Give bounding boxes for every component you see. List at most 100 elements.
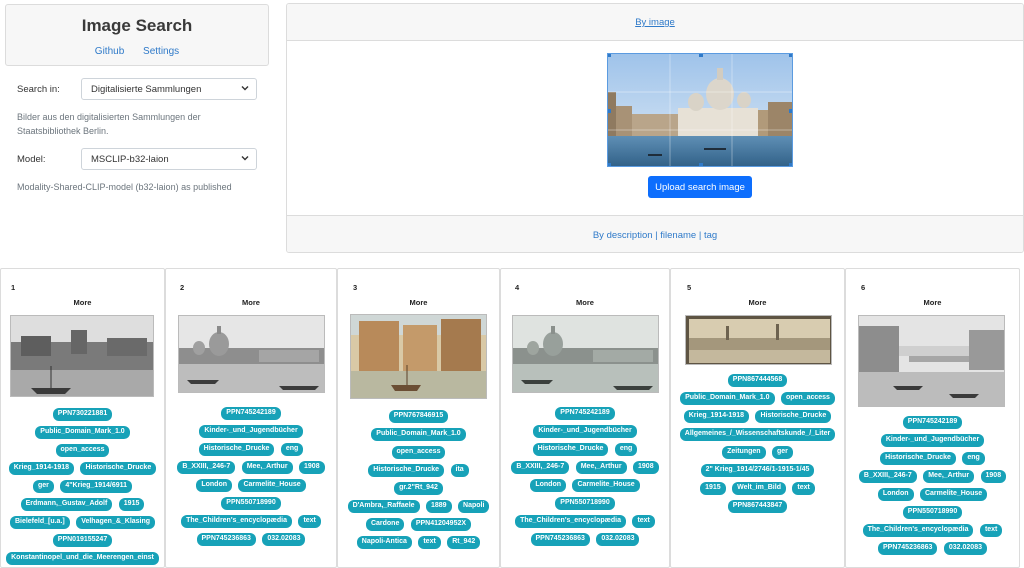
tag[interactable]: Carmelite_House [572,479,640,492]
tag[interactable]: Napoli-Antica [356,536,412,549]
tag[interactable]: PPN745236863 [196,533,256,546]
search-image-preview[interactable] [607,53,793,167]
tag[interactable]: Velhagen_&_Klasing [76,516,156,529]
tag[interactable]: Cardone [365,518,405,531]
tag[interactable]: PPN767846915 [388,410,449,423]
tag[interactable]: The_Children's_encyclopædia [515,515,626,528]
tag[interactable]: text [792,482,815,495]
tag[interactable]: PPN41204952X [410,518,472,531]
tag[interactable]: 1915 [118,498,145,511]
tag[interactable]: gr.2"Rt_942 [394,482,443,495]
tag[interactable]: Public_Domain_Mark_1.0 [35,426,130,439]
tag[interactable]: Rt_942 [447,536,481,549]
result-thumbnail[interactable] [858,315,1005,407]
tag[interactable]: PPN745236863 [878,542,938,555]
tag[interactable]: Krieg_1914-1918 [683,410,750,423]
tag[interactable]: Napoli [458,500,490,513]
tag[interactable]: The_Children's_encyclopædia [862,524,974,537]
by-image-link[interactable]: By image [635,17,675,28]
tag[interactable]: B_XXIII,_246-7 [177,461,236,474]
tag[interactable]: ger [32,480,54,493]
tag[interactable]: text [979,524,1003,537]
tag[interactable]: PPN730221881 [52,408,113,421]
tag[interactable]: Allgemeines_/_Wissenschaftskunde_/_Liter [679,428,836,441]
tag[interactable]: eng [962,452,985,465]
upload-search-image-button[interactable]: Upload search image [648,176,752,198]
more-button[interactable]: More [338,298,499,307]
tag[interactable]: 1889 [426,500,452,513]
tag[interactable]: London [877,488,914,501]
tag[interactable]: Welt_im_Bild [732,482,786,495]
tag[interactable]: Konstantinopel_und_die_Meerengen_einst [6,552,159,565]
tag[interactable]: PPN867443847 [727,500,788,513]
tag[interactable]: Mee,_Arthur [923,470,975,483]
tag[interactable]: text [298,515,321,528]
tag[interactable]: open_access [55,444,110,457]
crop-handle[interactable] [789,163,792,166]
tag[interactable]: Kinder-_und_Jugendbücher [199,425,303,438]
tag[interactable]: ita [450,464,469,477]
result-thumbnail[interactable] [350,314,487,399]
tag[interactable]: Krieg_1914-1918 [8,462,75,475]
more-button[interactable]: More [501,298,669,307]
tag[interactable]: Bielefeld_[u.a.] [9,516,70,529]
tag-link[interactable]: tag [704,230,717,241]
tag[interactable]: 032.02083 [262,533,306,546]
tag[interactable]: Zeitungen [722,446,766,459]
tag[interactable]: Historische_Drucke [80,462,157,475]
tag[interactable]: 2" Krieg_1914/2746/1-1915-1/45 [700,464,815,477]
crop-handle[interactable] [699,163,703,166]
tag[interactable]: PPN745242189 [221,407,281,420]
crop-handle[interactable] [608,109,611,113]
tag[interactable]: PPN745242189 [555,407,615,420]
tag[interactable]: PPN867444568 [727,374,788,387]
tag[interactable]: Carmelite_House [238,479,306,492]
tag[interactable]: PPN550718990 [555,497,615,510]
tag[interactable]: text [418,536,441,549]
filename-link[interactable]: filename [660,230,696,241]
tag[interactable]: open_access [391,446,446,459]
tag[interactable]: D'Ambra,_Raffaele [347,500,420,513]
result-thumbnail[interactable] [685,315,832,365]
tag[interactable]: PPN550718990 [902,506,963,519]
tag[interactable]: 1908 [299,461,325,474]
result-thumbnail[interactable] [10,315,154,397]
tag[interactable]: ger [772,446,793,459]
crop-handle[interactable] [699,54,703,57]
tag[interactable]: 1908 [633,461,659,474]
tag[interactable]: The_Children's_encyclopædia [181,515,292,528]
tag[interactable]: PPN550718990 [221,497,281,510]
tag[interactable]: Historische_Drucke [368,464,445,477]
by-description-link[interactable]: By description [593,230,653,241]
tag[interactable]: 4"Krieg_1914/6911 [60,480,133,493]
tag[interactable]: London [196,479,232,492]
tag[interactable]: 1915 [700,482,726,495]
tag[interactable]: Mee,_Arthur [241,461,293,474]
crop-handle[interactable] [608,163,611,166]
tag[interactable]: Historische_Drucke [532,443,609,456]
tag[interactable]: Public_Domain_Mark_1.0 [680,392,775,405]
tag[interactable]: 1908 [980,470,1007,483]
crop-handle[interactable] [608,54,611,57]
tag[interactable]: Carmelite_House [919,488,988,501]
nav-link-github[interactable]: Github [95,46,124,57]
tag[interactable]: Kinder-_und_Jugendbücher [533,425,637,438]
tag[interactable]: PPN019155247 [52,534,113,547]
tag[interactable]: text [632,515,655,528]
tag[interactable]: Historische_Drucke [880,452,956,465]
result-thumbnail[interactable] [178,315,325,393]
tag[interactable]: PPN745236863 [530,533,590,546]
tag[interactable]: 032.02083 [596,533,640,546]
crop-handle[interactable] [789,109,792,113]
search-in-select[interactable]: Digitalisierte Sammlungen [81,78,257,100]
crop-handle[interactable] [789,54,792,57]
tag[interactable]: eng [280,443,304,456]
tag[interactable]: open_access [780,392,835,405]
tag[interactable]: PPN745242189 [902,416,963,429]
tag[interactable]: Historische_Drucke [198,443,275,456]
more-button[interactable]: More [166,298,336,307]
tag[interactable]: B_XXIII,_246-7 [858,470,917,483]
tag[interactable]: 032.02083 [943,542,987,555]
tag[interactable]: Erdmann,_Gustav_Adolf [20,498,113,511]
more-button[interactable]: More [846,298,1019,307]
